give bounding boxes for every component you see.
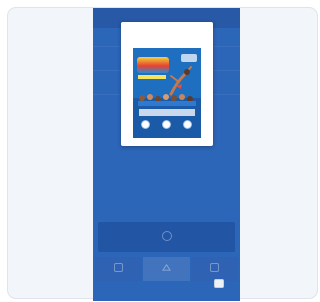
overlay-button[interactable] <box>214 279 224 288</box>
square-icon <box>114 263 123 272</box>
tile-2[interactable] <box>143 257 190 281</box>
tile-1[interactable] <box>95 257 142 281</box>
circle-icon <box>141 120 150 129</box>
triangle-icon <box>162 263 171 271</box>
square-icon <box>210 263 219 272</box>
circle-icon <box>162 120 171 129</box>
circle-icon <box>183 120 192 129</box>
tile-row <box>93 257 240 281</box>
flyer-logo <box>137 57 169 73</box>
flyer-badges <box>133 120 201 132</box>
circle-icon <box>162 231 172 241</box>
tile-3[interactable] <box>191 257 238 281</box>
background-card[interactable] <box>98 222 235 252</box>
modal-dialog <box>121 22 213 146</box>
flyer-tag <box>181 54 197 62</box>
flyer-image <box>133 48 201 138</box>
flyer-subtitle-strip <box>138 75 166 79</box>
flyer-banner <box>139 109 195 116</box>
crowd-figures <box>138 94 196 106</box>
